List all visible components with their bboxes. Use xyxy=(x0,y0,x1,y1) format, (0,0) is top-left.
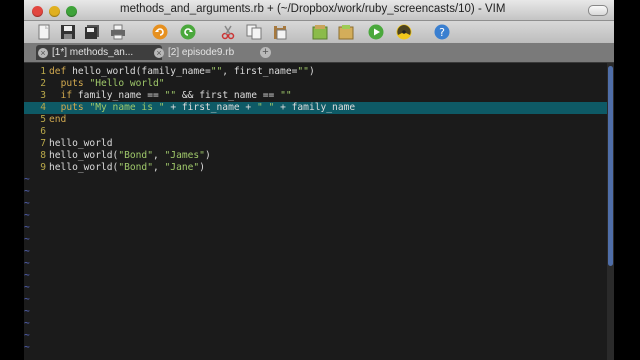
editor-area[interactable]: 1 def hello_world(family_name="", first_n… xyxy=(24,63,607,360)
empty-line-tilde: ~ xyxy=(24,186,607,198)
empty-line-tilde: ~ xyxy=(24,318,607,330)
line-number: 4 xyxy=(40,102,46,113)
line-number: 2 xyxy=(40,78,46,89)
tilde-marker: ~ xyxy=(24,342,30,353)
tilde-marker: ~ xyxy=(24,174,30,185)
close-tab-icon[interactable]: × xyxy=(38,47,48,58)
line-number: 6 xyxy=(40,126,46,137)
empty-line-tilde: ~ xyxy=(24,258,607,270)
empty-line-tilde: ~ xyxy=(24,306,607,318)
code-line[interactable]: 5 end xyxy=(24,114,607,126)
tab-episode9[interactable]: × [2] episode9.rb xyxy=(152,45,254,60)
vim-window: methods_and_arguments.rb + (~/Dropbox/wo… xyxy=(24,0,614,360)
line-number: 1 xyxy=(40,66,46,77)
close-tab-icon[interactable]: × xyxy=(154,47,164,58)
find-icon[interactable] xyxy=(312,24,328,40)
build-icon[interactable] xyxy=(396,24,412,40)
toolbar-toggle-button[interactable] xyxy=(588,5,608,16)
line-number: 9 xyxy=(40,162,46,173)
code-line[interactable]: 8 hello_world("Bond", "James") xyxy=(24,150,607,162)
code-text: puts "My name is " + first_name + " " + … xyxy=(60,102,356,113)
empty-line-tilde: ~ xyxy=(24,198,607,210)
empty-line-tilde: ~ xyxy=(24,294,607,306)
tilde-marker: ~ xyxy=(24,306,30,317)
toolbar: ? xyxy=(24,21,614,43)
line-number: 7 xyxy=(40,138,46,149)
tilde-marker: ~ xyxy=(24,186,30,197)
code-text: hello_world("Bond", "Jane") xyxy=(49,162,205,173)
tilde-marker: ~ xyxy=(24,222,30,233)
run-icon[interactable] xyxy=(368,24,384,40)
svg-text:?: ? xyxy=(439,26,445,39)
empty-line-tilde: ~ xyxy=(24,342,607,354)
tilde-marker: ~ xyxy=(24,246,30,257)
empty-line-tilde: ~ xyxy=(24,222,607,234)
cut-icon[interactable] xyxy=(220,24,236,40)
new-tab-icon[interactable]: + xyxy=(260,47,271,58)
code-line[interactable]: 2 puts "Hello world" xyxy=(24,78,607,90)
tab-bar: × [1*] methods_an... × [2] episode9.rb + xyxy=(24,43,614,63)
empty-line-tilde: ~ xyxy=(24,234,607,246)
replace-icon[interactable] xyxy=(338,24,354,40)
code-text: hello_world xyxy=(49,138,113,149)
tilde-marker: ~ xyxy=(24,318,30,329)
tilde-marker: ~ xyxy=(24,198,30,209)
empty-line-tilde: ~ xyxy=(24,270,607,282)
print-icon[interactable] xyxy=(110,24,126,40)
undo-icon[interactable] xyxy=(152,24,168,40)
code-text: end xyxy=(49,114,67,125)
empty-line-tilde: ~ xyxy=(24,282,607,294)
copy-icon[interactable] xyxy=(246,24,262,40)
zoom-window-button[interactable] xyxy=(66,6,77,17)
code-text: hello_world("Bond", "James") xyxy=(49,150,211,161)
tilde-marker: ~ xyxy=(24,270,30,281)
redo-icon[interactable] xyxy=(180,24,196,40)
tilde-marker: ~ xyxy=(24,258,30,269)
line-number: 8 xyxy=(40,150,46,161)
empty-line-tilde: ~ xyxy=(24,210,607,222)
tab-label: [1*] methods_an... xyxy=(52,47,134,58)
save-icon[interactable] xyxy=(60,24,76,40)
help-icon[interactable]: ? xyxy=(434,24,450,40)
save-all-icon[interactable] xyxy=(84,24,100,40)
open-icon[interactable] xyxy=(36,24,52,40)
window-controls xyxy=(32,4,83,22)
minimize-window-button[interactable] xyxy=(49,6,60,17)
code-text: def hello_world(family_name="", first_na… xyxy=(49,66,315,77)
paste-icon[interactable] xyxy=(272,24,288,40)
tab-label: [2] episode9.rb xyxy=(168,47,235,58)
tilde-marker: ~ xyxy=(24,210,30,221)
code-line[interactable]: 7 hello_world xyxy=(24,138,607,150)
line-number: 5 xyxy=(40,114,46,125)
empty-line-tilde: ~ xyxy=(24,174,607,186)
code-line[interactable]: 9 hello_world("Bond", "Jane") xyxy=(24,162,607,174)
empty-line-tilde: ~ xyxy=(24,246,607,258)
code-line[interactable]: 3 if family_name == "" && first_name == … xyxy=(24,90,607,102)
tilde-marker: ~ xyxy=(24,294,30,305)
tilde-marker: ~ xyxy=(24,330,30,341)
code-line[interactable]: 6 xyxy=(24,126,607,138)
close-window-button[interactable] xyxy=(32,6,43,17)
code-text: if family_name == "" && first_name == "" xyxy=(60,90,292,101)
scrollbar-thumb[interactable] xyxy=(608,66,613,266)
title-bar: methods_and_arguments.rb + (~/Dropbox/wo… xyxy=(24,0,614,21)
tilde-marker: ~ xyxy=(24,282,30,293)
tilde-marker: ~ xyxy=(24,234,30,245)
line-number: 3 xyxy=(40,90,46,101)
code-text: puts "Hello world" xyxy=(60,78,165,89)
scrollbar[interactable] xyxy=(607,63,614,360)
empty-line-tilde: ~ xyxy=(24,330,607,342)
code-line[interactable]: 1 def hello_world(family_name="", first_n… xyxy=(24,66,607,78)
window-title: methods_and_arguments.rb + (~/Dropbox/wo… xyxy=(120,3,506,15)
tab-methods-and-arguments[interactable]: × [1*] methods_an... xyxy=(36,45,162,60)
code-line[interactable]: 4 puts "My name is " + first_name + " " … xyxy=(24,102,607,114)
